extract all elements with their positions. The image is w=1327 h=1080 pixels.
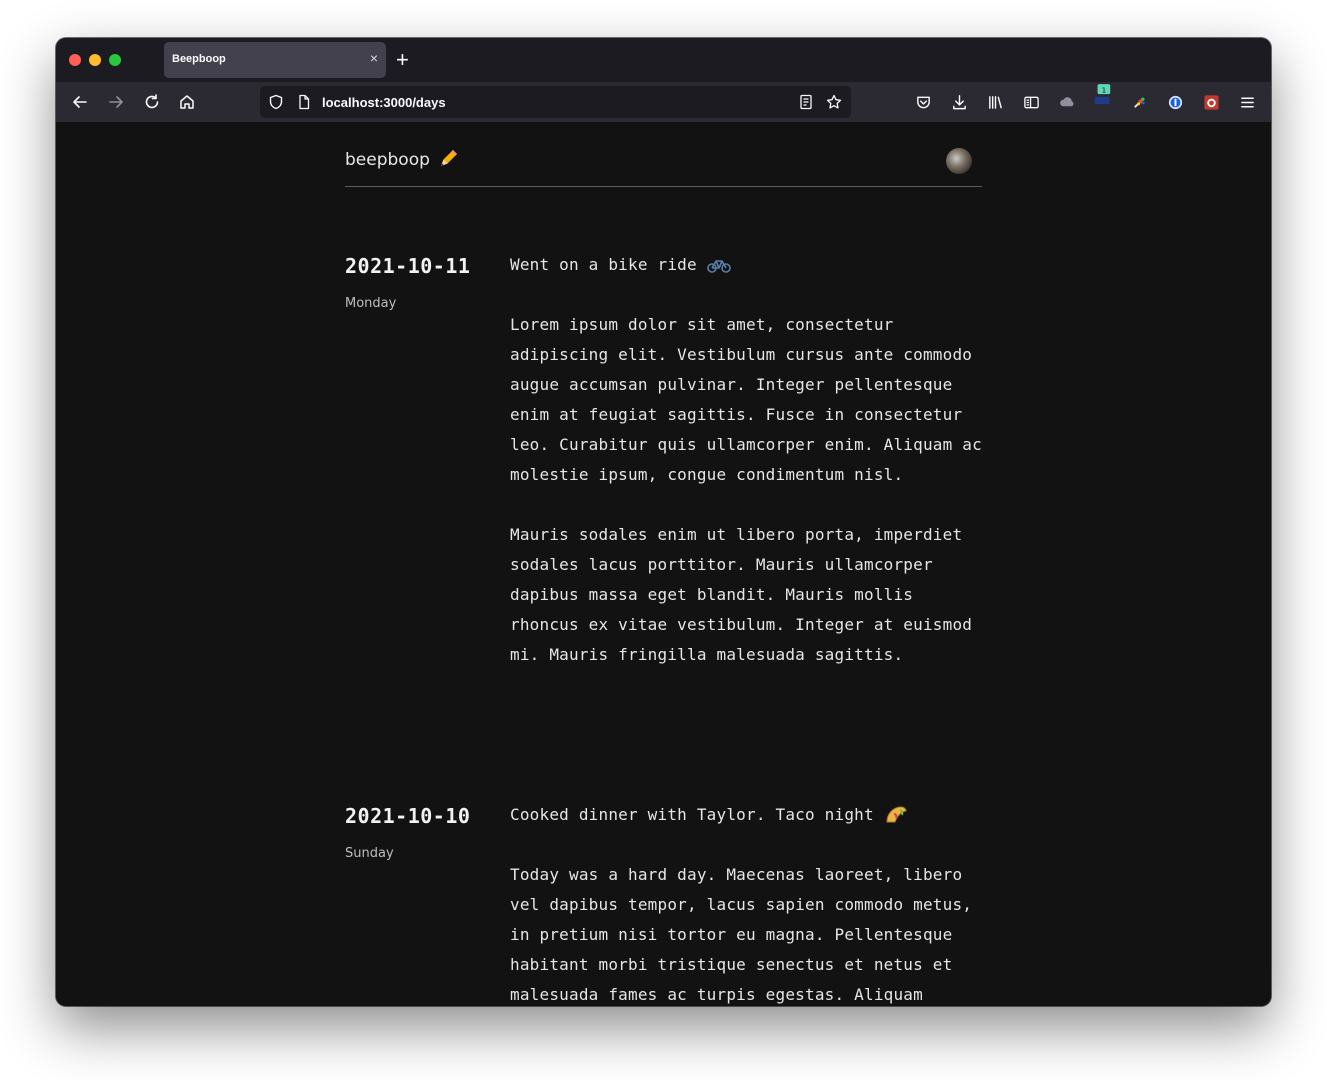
- entry-title-text: Cooked dinner with Taylor. Taco night: [510, 805, 874, 824]
- page-content: beepboop 2021-10-11 Monday Went on a bik…: [56, 122, 1271, 1006]
- url-text[interactable]: localhost:3000/days: [322, 95, 446, 110]
- navigation-toolbar: localhost:3000/days 1: [56, 82, 1271, 122]
- tab-bar: Beepboop × +: [56, 38, 1271, 82]
- entry-paragraph: Today was a hard day. Maecenas laoreet, …: [510, 865, 973, 1004]
- library-icon[interactable]: [985, 92, 1005, 112]
- entry-title: Went on a bike ride: [510, 250, 990, 280]
- user-avatar[interactable]: [946, 148, 972, 174]
- taco-icon: [884, 805, 908, 825]
- tab-close-icon[interactable]: ×: [370, 50, 378, 66]
- address-bar[interactable]: localhost:3000/days: [260, 86, 851, 118]
- color-picker-extension-icon[interactable]: [1129, 92, 1149, 112]
- entry-title-text: Went on a bike ride: [510, 255, 697, 274]
- extension-badge-icon[interactable]: 1: [1093, 84, 1113, 106]
- entry-weekday: Sunday: [345, 846, 394, 861]
- reload-icon[interactable]: [142, 92, 162, 112]
- new-tab-button[interactable]: +: [396, 47, 409, 73]
- entry-body: Cooked dinner with Taylor. Taco night To…: [510, 804, 990, 1006]
- forward-icon[interactable]: [106, 92, 126, 112]
- back-icon[interactable]: [70, 92, 90, 112]
- page-icon[interactable]: [296, 94, 312, 110]
- password-manager-icon[interactable]: [1165, 92, 1185, 112]
- entry-paragraph: Mauris sodales enim ut libero porta, imp…: [510, 525, 973, 664]
- pencil-icon[interactable]: [437, 148, 459, 170]
- browser-window: Beepboop × + localhost:3000/days 1 beepb…: [56, 38, 1271, 1006]
- cloud-extension-icon[interactable]: [1057, 92, 1077, 112]
- site-header: beepboop: [345, 122, 982, 187]
- pocket-icon[interactable]: [913, 92, 933, 112]
- reader-view-icon[interactable]: [798, 94, 814, 110]
- menu-icon[interactable]: [1237, 92, 1257, 112]
- minimize-window-button[interactable]: [89, 54, 101, 66]
- bicycle-icon: [707, 255, 731, 275]
- tab-title: Beepboop: [172, 53, 226, 65]
- downloads-icon[interactable]: [949, 92, 969, 112]
- home-icon[interactable]: [177, 92, 197, 112]
- entry-weekday: Monday: [345, 296, 397, 311]
- svg-text:1: 1: [1102, 85, 1107, 94]
- site-brand[interactable]: beepboop: [345, 150, 430, 170]
- entry-body: Went on a bike ride Lorem ipsum dolor si…: [510, 254, 990, 670]
- sidebar-icon[interactable]: [1021, 92, 1041, 112]
- entry-title: Cooked dinner with Taylor. Taco night: [510, 800, 990, 830]
- entry-date[interactable]: 2021-10-10: [345, 804, 470, 828]
- tab-beepboop[interactable]: Beepboop ×: [164, 42, 386, 78]
- close-window-button[interactable]: [69, 54, 81, 66]
- zoom-window-button[interactable]: [109, 54, 121, 66]
- bookmark-star-icon[interactable]: [826, 94, 842, 110]
- entry-date[interactable]: 2021-10-11: [345, 254, 470, 278]
- ublock-extension-icon[interactable]: [1201, 92, 1221, 112]
- entry-paragraph: Lorem ipsum dolor sit amet, consectetur …: [510, 315, 982, 484]
- tracking-protection-shield-icon[interactable]: [268, 94, 284, 110]
